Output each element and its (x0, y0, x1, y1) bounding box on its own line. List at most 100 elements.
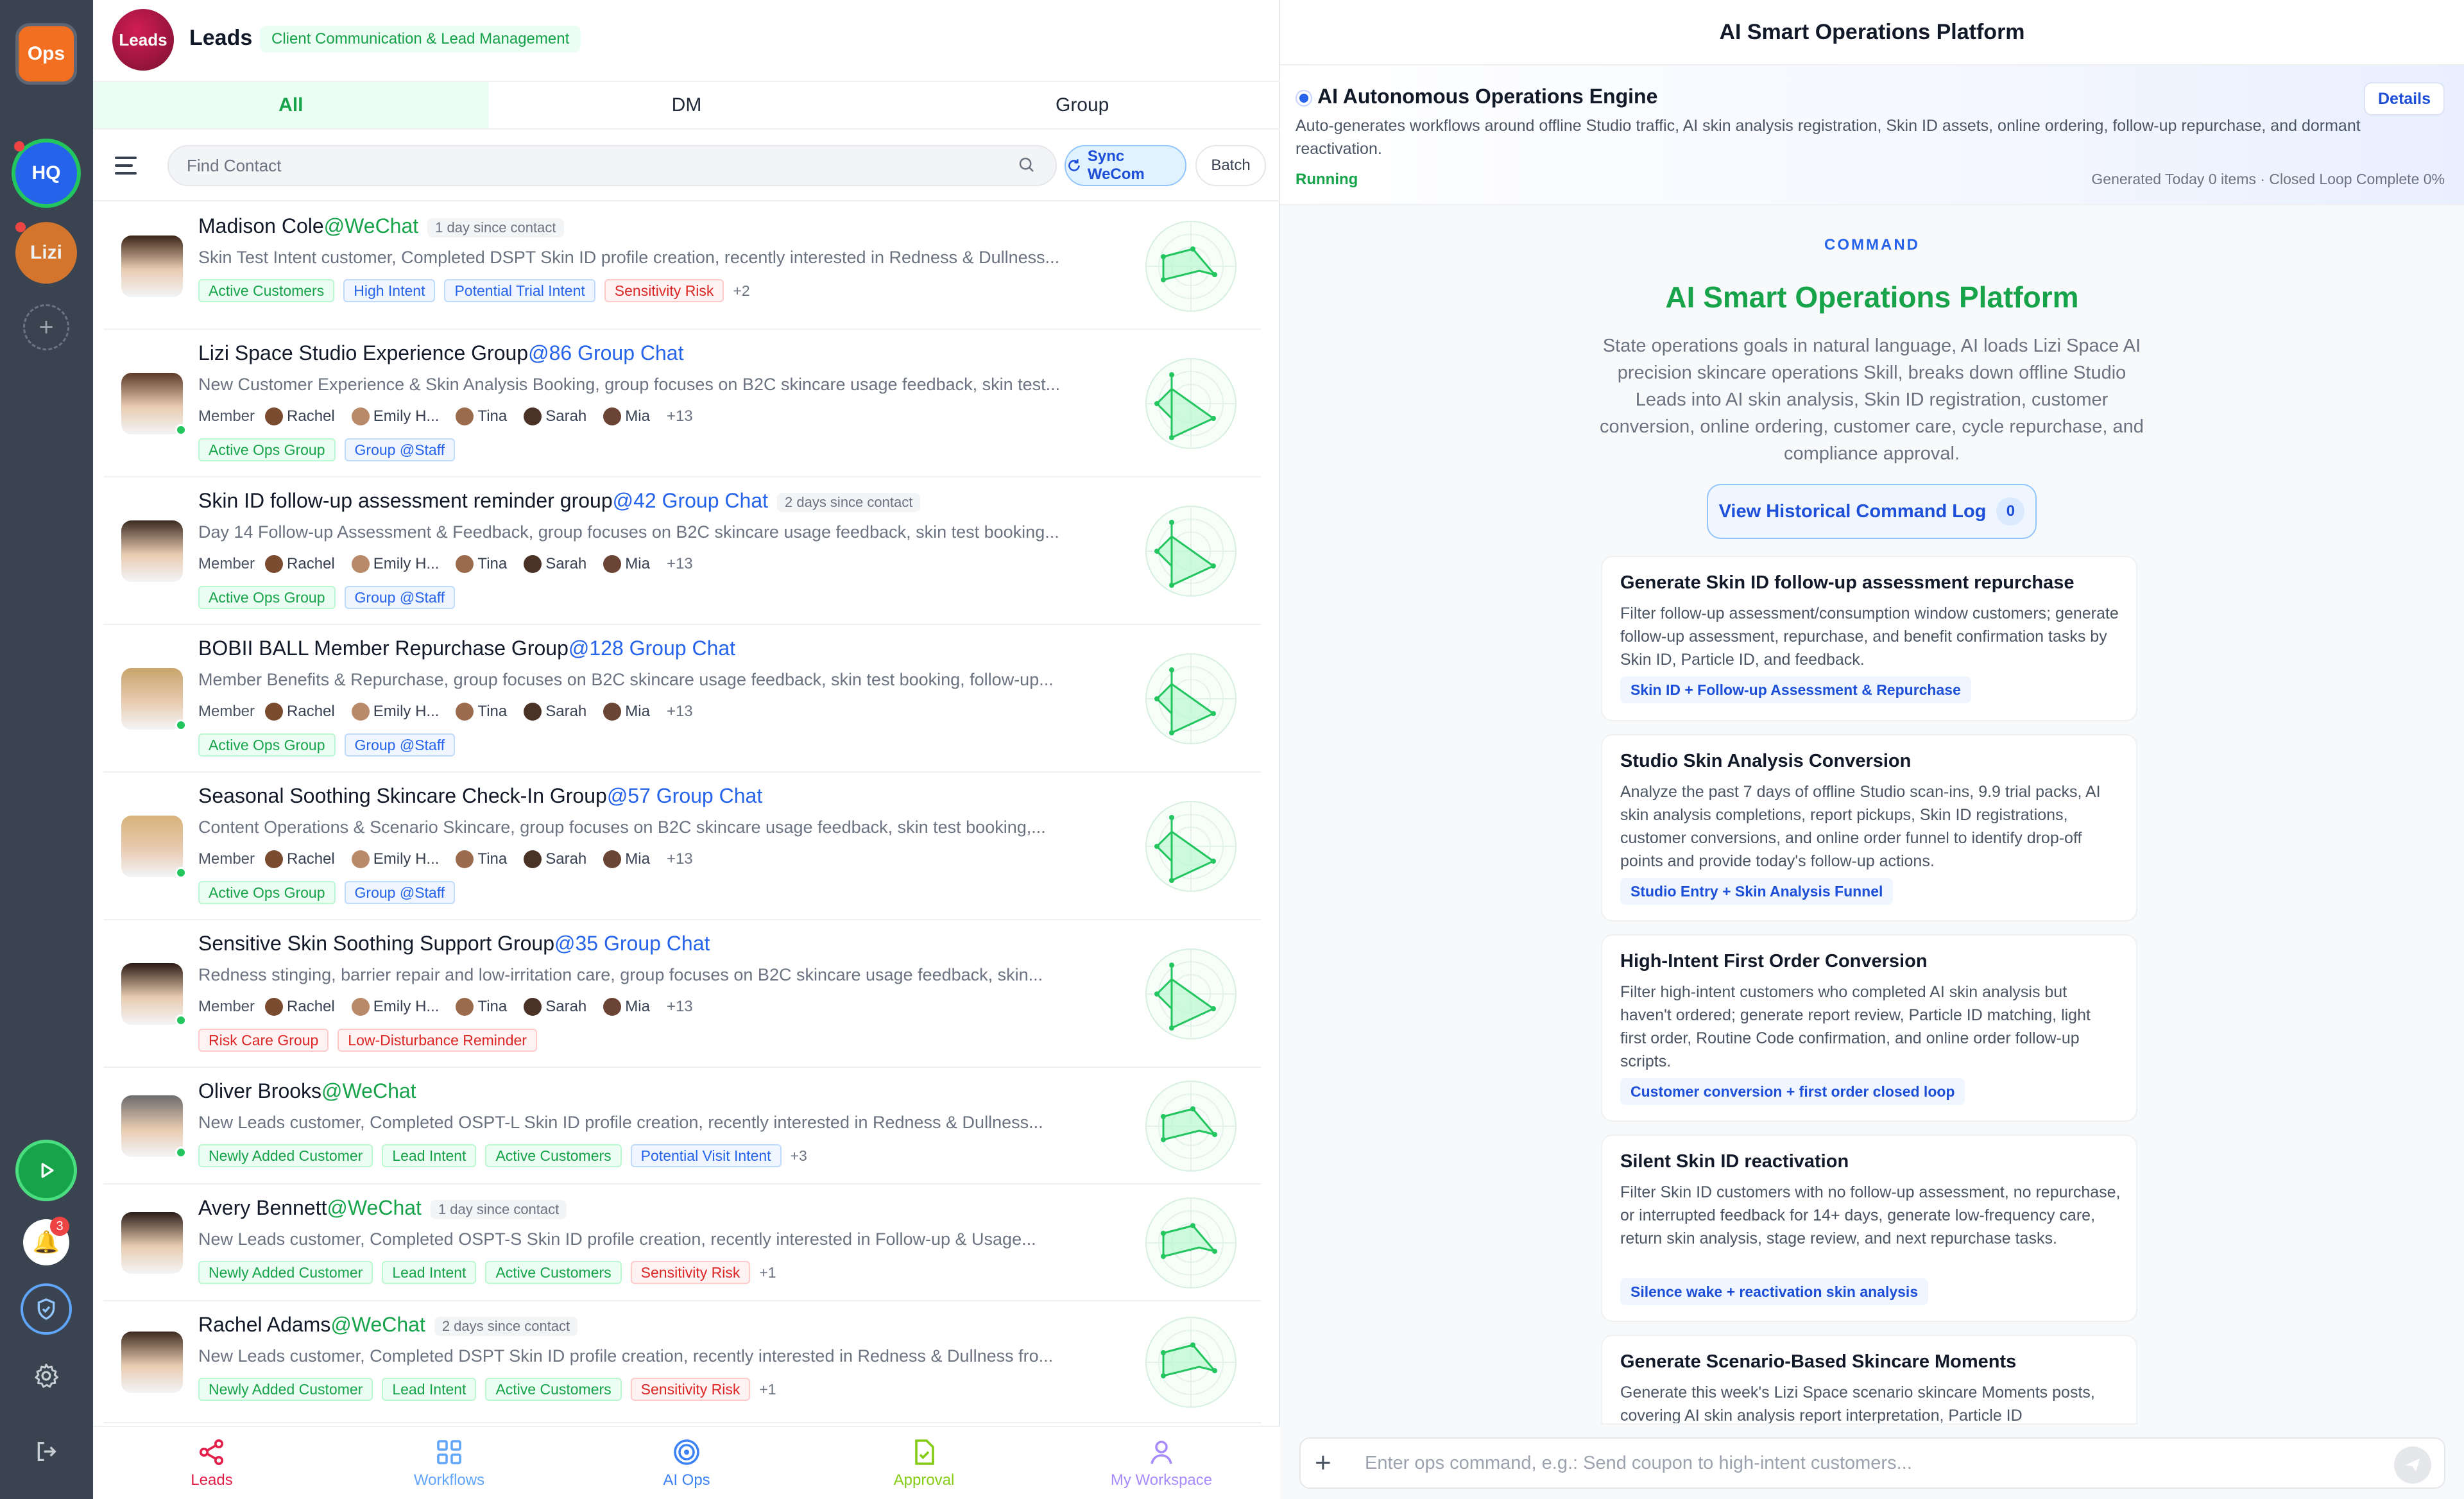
member-chip[interactable]: Tina (456, 703, 516, 721)
member-chip[interactable]: Emily H... (351, 555, 449, 573)
skin-radar-chart[interactable] (1143, 355, 1239, 452)
nav-approval[interactable]: Approval (805, 1427, 1043, 1499)
member-more: +13 (666, 998, 693, 1015)
tab-group[interactable]: Group (884, 82, 1280, 128)
skin-radar-chart[interactable] (1143, 1078, 1239, 1174)
contact-row[interactable]: Oliver Brooks@WeChat New Leads customer, … (103, 1068, 1261, 1185)
member-chip[interactable]: Rachel (265, 555, 344, 573)
card-tag: Customer conversion + first order closed… (1620, 1078, 1965, 1105)
tag-more: +1 (759, 1263, 776, 1281)
contact-tag: Potential Trial Intent (444, 279, 595, 302)
member-chip[interactable]: Rachel (265, 998, 344, 1016)
lizi-workspace-button[interactable]: Lizi (15, 222, 77, 284)
skin-radar-chart[interactable] (1143, 1314, 1239, 1410)
send-button[interactable] (2394, 1446, 2431, 1484)
command-suggestion-card[interactable]: High-Intent First Order Conversion Filter… (1601, 934, 2137, 1122)
add-attachment-button[interactable]: + (1315, 1448, 1331, 1478)
contact-row[interactable]: Avery Bennett@WeChat 1 day since contact N… (103, 1185, 1261, 1301)
member-chip[interactable]: Tina (456, 850, 516, 868)
command-suggestion-card[interactable]: Studio Skin Analysis Conversion Analyze t… (1601, 734, 2137, 921)
member-name: Sarah (545, 407, 587, 425)
member-chip[interactable]: Sarah (524, 703, 595, 721)
member-chip[interactable]: Emily H... (351, 703, 449, 721)
member-chip[interactable]: Tina (456, 407, 516, 425)
contact-avatar (121, 520, 183, 582)
tag-list: Active Ops Group Group @Staff (198, 438, 456, 462)
member-chip[interactable]: Sarah (524, 850, 595, 868)
search-icon[interactable] (1017, 155, 1036, 175)
contact-tag: Group @Staff (344, 438, 456, 461)
command-input[interactable]: Enter ops command, e.g.: Send coupon to … (1365, 1453, 1912, 1474)
nav-ai-ops[interactable]: AI Ops (568, 1427, 805, 1499)
leads-tabs: All DM Group (93, 81, 1280, 130)
member-chip[interactable]: Sarah (524, 555, 595, 573)
logout-button[interactable] (26, 1431, 67, 1472)
run-button[interactable] (15, 1140, 77, 1201)
skin-radar-chart[interactable] (1143, 798, 1239, 895)
member-chip[interactable]: Mia (603, 850, 659, 868)
nav-my-workspace[interactable]: My Workspace (1043, 1427, 1280, 1499)
skin-radar-chart[interactable] (1143, 651, 1239, 747)
contact-tag: Active Ops Group (198, 881, 336, 904)
nav-leads[interactable]: Leads (93, 1427, 330, 1499)
search-input[interactable]: Find Contact (167, 145, 1057, 186)
member-chip[interactable]: Mia (603, 555, 659, 573)
add-workspace-button[interactable]: + (23, 304, 69, 350)
card-title: Generate Skin ID follow-up assessment re… (1620, 572, 2075, 593)
batch-button[interactable]: Batch (1195, 145, 1266, 186)
card-title: Studio Skin Analysis Conversion (1620, 751, 1912, 771)
member-chip[interactable]: Mia (603, 998, 659, 1016)
nav-leads-label: Leads (191, 1471, 233, 1489)
member-chip[interactable]: Sarah (524, 407, 595, 425)
contact-description: New Leads customer, Completed OSPT-S Ski… (198, 1229, 1036, 1249)
member-chip[interactable]: Emily H... (351, 407, 449, 425)
command-suggestion-card[interactable]: Generate Scenario-Based Skincare Moments… (1601, 1335, 2137, 1425)
nav-workflows[interactable]: Workflows (330, 1427, 568, 1499)
history-log-button[interactable]: View Historical Command Log 0 (1707, 484, 2037, 539)
contact-row[interactable]: Madison Cole@WeChat 1 day since contact Sk… (103, 203, 1261, 330)
contact-avatar (121, 1212, 183, 1274)
command-suggestion-card[interactable]: Generate Skin ID follow-up assessment re… (1601, 556, 2137, 721)
tab-all[interactable]: All (93, 82, 489, 128)
contact-row[interactable]: Sensitive Skin Soothing Support Group@35… (103, 920, 1261, 1068)
contact-description: Skin Test Intent customer, Completed DSP… (198, 248, 1060, 267)
contact-tag: Sensitivity Risk (630, 1261, 751, 1284)
page-subtitle-tag: Client Communication & Lead Management (260, 26, 581, 53)
member-chip[interactable]: Tina (456, 998, 516, 1016)
security-button[interactable] (21, 1283, 72, 1335)
member-chip[interactable]: Mia (603, 407, 659, 425)
member-label: Member (198, 407, 255, 425)
member-chip[interactable]: Rachel (265, 850, 344, 868)
member-chip[interactable]: Emily H... (351, 850, 449, 868)
settings-button[interactable] (26, 1355, 67, 1396)
skin-radar-chart[interactable] (1143, 218, 1239, 314)
member-chip[interactable]: Rachel (265, 703, 344, 721)
contact-channel: @WeChat (323, 214, 419, 237)
contact-row[interactable]: Seasonal Soothing Skincare Check-In Grou… (103, 773, 1261, 920)
contact-tag: Active Ops Group (198, 438, 336, 461)
sync-wecom-button[interactable]: Sync WeCom (1065, 145, 1186, 186)
nav-workflows-label: Workflows (413, 1471, 485, 1489)
contact-row[interactable]: Lizi Space Studio Experience Group@86 Gr… (103, 330, 1261, 477)
skin-radar-chart[interactable] (1143, 503, 1239, 599)
engine-details-button[interactable]: Details (2364, 82, 2445, 116)
member-chip[interactable]: Mia (603, 703, 659, 721)
card-tag: Silence wake + reactivation skin analysi… (1620, 1278, 1929, 1305)
contact-row[interactable]: Skin ID follow-up assessment reminder gr… (103, 477, 1261, 625)
member-avatar (603, 850, 622, 868)
ops-app-button[interactable]: Ops (15, 23, 77, 85)
tab-dm[interactable]: DM (489, 82, 885, 128)
hq-workspace-button[interactable]: HQ (15, 142, 77, 204)
tag-list: Risk Care Group Low-Disturbance Reminder (198, 1028, 537, 1052)
skin-radar-chart[interactable] (1143, 1195, 1239, 1291)
member-chip[interactable]: Sarah (524, 998, 595, 1016)
contact-row[interactable]: BOBII BALL Member Repurchase Group@128 G… (103, 625, 1261, 773)
member-chip[interactable]: Tina (456, 555, 516, 573)
member-chip[interactable]: Rachel (265, 407, 344, 425)
member-chip[interactable]: Emily H... (351, 998, 449, 1016)
command-suggestion-card[interactable]: Silent Skin ID reactivation Filter Skin I… (1601, 1135, 2137, 1322)
skin-radar-chart[interactable] (1143, 946, 1239, 1042)
contact-tag: High Intent (343, 279, 436, 302)
contact-row[interactable]: Rachel Adams@WeChat 2 days since contact N… (103, 1301, 1261, 1423)
filter-menu-icon[interactable] (115, 157, 137, 176)
